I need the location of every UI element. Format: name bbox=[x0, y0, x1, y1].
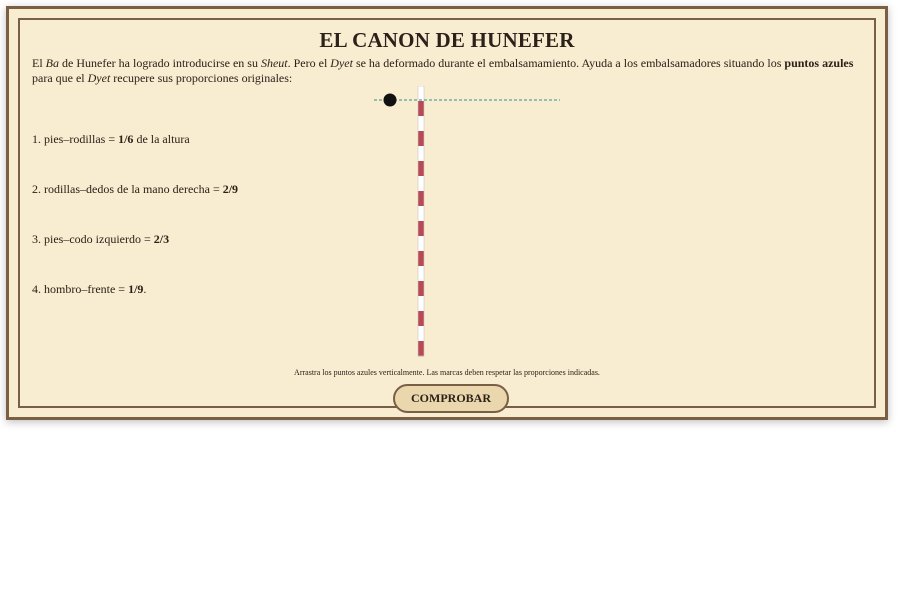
measuring-pole-area bbox=[374, 86, 560, 357]
rule-value: 2/9 bbox=[222, 182, 239, 196]
rule-text: 3. pies–codo izquierdo = bbox=[32, 232, 154, 246]
intro-part: El bbox=[32, 56, 46, 70]
pole-stripe bbox=[418, 266, 424, 282]
draggable-point[interactable] bbox=[383, 93, 397, 107]
intro-term-dyet: Dyet bbox=[330, 56, 353, 70]
intro-part: para que el bbox=[32, 71, 88, 85]
intro-term-sheut: Sheut bbox=[260, 56, 288, 70]
pole-stripe bbox=[418, 296, 424, 312]
pole-stripe bbox=[418, 281, 424, 297]
rule-value: 2/3 bbox=[153, 232, 170, 246]
intro-part: se ha deformado durante el embalsamamien… bbox=[352, 56, 785, 70]
intro-text: El Ba de Hunefer ha logrado introducirse… bbox=[32, 56, 868, 86]
pole-stripe bbox=[418, 341, 424, 357]
pole-stripe bbox=[418, 206, 424, 222]
pole-stripe bbox=[418, 116, 424, 132]
intro-term-ba: Ba bbox=[45, 56, 60, 70]
rule-text: 2. rodillas–dedos de la mano derecha = bbox=[32, 182, 223, 196]
instruction-hint: Arrastra los puntos azules verticalmente… bbox=[294, 368, 600, 377]
pole-stripe bbox=[418, 191, 424, 207]
pole-stripe bbox=[418, 251, 424, 267]
pole-stripe bbox=[418, 236, 424, 252]
intro-part: . Pero el bbox=[287, 56, 331, 70]
rule-value: 1/9 bbox=[128, 282, 144, 296]
pole-stripe bbox=[418, 101, 424, 117]
intro-part: de Hunefer ha logrado introducirse en su bbox=[59, 56, 261, 70]
rule-text: 4. hombro–frente = bbox=[32, 282, 129, 296]
measuring-pole bbox=[417, 86, 425, 357]
game-panel: EL CANON DE HUNEFER El Ba de Hunefer ha … bbox=[6, 6, 888, 420]
intro-part: recupere sus proporciones originales: bbox=[110, 71, 293, 85]
pole-stripe bbox=[418, 86, 424, 102]
rule-3: 3. pies–codo izquierdo = 2/3 bbox=[32, 232, 169, 247]
pole-stripe bbox=[418, 146, 424, 162]
game-panel-inner: EL CANON DE HUNEFER El Ba de Hunefer ha … bbox=[18, 18, 876, 413]
page-title: EL CANON DE HUNEFER bbox=[319, 28, 575, 52]
rule-suffix: de la altura bbox=[133, 132, 190, 146]
pole-stripe bbox=[418, 326, 424, 342]
intro-term-dyet: Dyet bbox=[87, 71, 111, 85]
pole-stripe bbox=[418, 161, 424, 177]
intro-term-points: puntos azules bbox=[784, 56, 854, 70]
rule-value: 1/6 bbox=[118, 132, 134, 146]
rule-4: 4. hombro–frente = 1/9. bbox=[32, 282, 146, 297]
pole-stripe bbox=[418, 311, 424, 327]
rule-suffix: . bbox=[143, 282, 147, 296]
pole-stripe bbox=[418, 131, 424, 147]
pole-stripe bbox=[418, 221, 424, 237]
rule-1: 1. pies–rodillas = 1/6 de la altura bbox=[32, 132, 190, 147]
rule-text: 1. pies–rodillas = bbox=[32, 132, 119, 146]
pole-stripe bbox=[418, 176, 424, 192]
check-button[interactable]: COMPROBAR bbox=[393, 384, 509, 413]
rule-2: 2. rodillas–dedos de la mano derecha = 2… bbox=[32, 182, 238, 197]
